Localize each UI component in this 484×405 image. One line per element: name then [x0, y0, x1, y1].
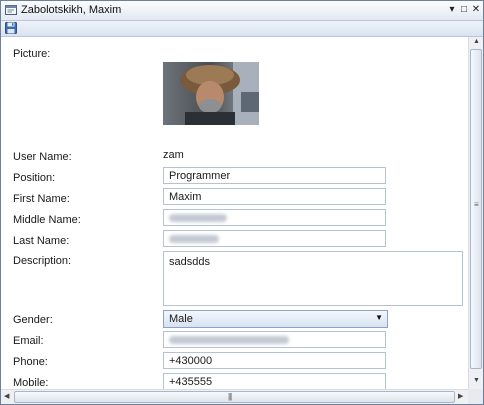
picture-label: Picture:	[13, 48, 51, 60]
last-name-label: Last Name:	[13, 235, 70, 247]
scroll-left-icon[interactable]: ◀	[4, 392, 9, 400]
grip-icon: ≡	[474, 200, 479, 209]
phone-field[interactable]: +430000	[163, 352, 386, 369]
description-label: Description:	[13, 255, 72, 267]
middle-name-field[interactable]	[163, 209, 386, 226]
scrollbar-corner	[468, 389, 483, 404]
phone-label: Phone:	[13, 356, 48, 368]
horizontal-scrollbar[interactable]: ◀ ||| ▶	[1, 389, 468, 404]
toolbar	[1, 21, 483, 37]
user-name-value: zam	[163, 149, 184, 161]
window-title: Zabolotskikh, Maxim	[21, 4, 122, 16]
last-name-field[interactable]	[163, 230, 386, 247]
close-button[interactable]: ✕	[470, 4, 482, 16]
mobile-field[interactable]: +435555	[163, 373, 386, 389]
gender-label: Gender:	[13, 314, 53, 326]
position-label: Position:	[13, 172, 56, 184]
gender-select[interactable]: Male ▼	[163, 310, 388, 328]
first-name-field[interactable]: Maxim	[163, 188, 386, 205]
scroll-right-icon[interactable]: ▶	[458, 392, 463, 400]
middle-name-label: Middle Name:	[13, 214, 81, 226]
form-content[interactable]: Picture: User Name: zam Position: Progra…	[1, 37, 468, 389]
scroll-down-icon[interactable]: ▼	[473, 377, 480, 384]
window-menu-dropdown-icon[interactable]: ▾	[446, 4, 458, 16]
position-field[interactable]: Programmer	[163, 167, 386, 184]
gender-selected-value: Male	[169, 313, 193, 325]
vertical-scroll-thumb[interactable]: ≡	[470, 49, 482, 369]
maximize-button[interactable]: □	[458, 4, 470, 16]
user-details-window: Zabolotskikh, Maxim ▾ □ ✕ Picture: User …	[0, 0, 484, 405]
scroll-up-icon[interactable]: ▲	[473, 38, 480, 45]
grip-icon: |||	[228, 392, 232, 401]
chevron-down-icon: ▼	[375, 313, 383, 322]
description-textarea[interactable]: sadsdds	[163, 251, 463, 306]
redacted-value	[169, 235, 219, 243]
horizontal-scroll-thumb[interactable]: |||	[14, 391, 455, 403]
user-name-label: User Name:	[13, 151, 72, 163]
redacted-value	[169, 336, 289, 344]
user-photo	[163, 62, 259, 125]
title-bar[interactable]: Zabolotskikh, Maxim ▾ □ ✕	[1, 1, 483, 21]
window-form-icon	[5, 4, 18, 16]
email-field[interactable]	[163, 331, 386, 348]
redacted-value	[169, 214, 227, 222]
vertical-scrollbar[interactable]: ▲ ≡ ▼	[468, 37, 483, 389]
email-label: Email:	[13, 335, 44, 347]
floppy-save-icon[interactable]	[5, 22, 17, 34]
first-name-label: First Name:	[13, 193, 70, 205]
mobile-label: Mobile:	[13, 377, 49, 389]
